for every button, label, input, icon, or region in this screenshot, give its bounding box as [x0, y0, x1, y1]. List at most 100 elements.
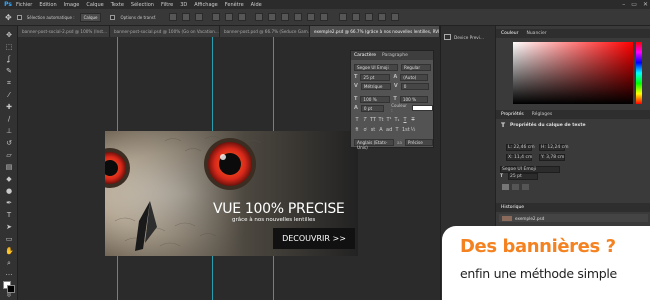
align-middle-icon[interactable] — [182, 13, 191, 21]
all-caps-button[interactable]: TT — [370, 117, 376, 123]
language-select[interactable]: Anglais (Etats-Unis) — [354, 138, 394, 150]
distribute-right-icon[interactable] — [320, 13, 329, 21]
tab-properties[interactable]: Propriétés — [501, 112, 524, 117]
edit-toolbar-icon[interactable]: … — [5, 270, 13, 277]
tab-banner-post-social[interactable]: banner-post-social.psd @ 100% (Go on Vac… — [110, 26, 220, 37]
tab-banner-post[interactable]: banner-post.psd @ 66.7% (Seduce Gam... — [220, 26, 310, 37]
device-preview-item[interactable]: Device Previ... — [444, 34, 484, 40]
history-brush-tool-icon[interactable]: ↺ — [5, 140, 13, 147]
tab-paragraph[interactable]: Paragraphe — [382, 53, 408, 58]
align-top-icon[interactable] — [169, 13, 178, 21]
menu-item-aide[interactable]: Aide — [251, 2, 262, 8]
faux-bold-button[interactable]: T — [354, 117, 360, 123]
subscript-button[interactable]: T₁ — [394, 117, 400, 123]
menu-item-affichage[interactable]: Affichage — [194, 2, 218, 8]
pen-tool-icon[interactable]: ✒ — [5, 200, 13, 207]
faux-italic-button[interactable]: T — [362, 117, 368, 123]
vertical-scale-field[interactable]: 100 % — [360, 95, 391, 103]
menu-item-calque[interactable]: Calque — [86, 2, 103, 8]
quick-mask-icon[interactable]: ◎ — [5, 292, 13, 299]
small-caps-button[interactable]: Tt — [378, 117, 384, 123]
distribute-middle-icon[interactable] — [268, 13, 277, 21]
kerning-field[interactable]: Métrique — [360, 82, 391, 90]
menu-item-fichier[interactable]: Fichier — [16, 2, 32, 8]
menu-item-texte[interactable]: Texte — [111, 2, 124, 8]
distribute-center-icon[interactable] — [307, 13, 316, 21]
tab-exemple2[interactable]: exemple2.psd @ 66.7% (grâce à nos nouvel… — [310, 26, 440, 37]
hand-tool-icon[interactable]: ✋ — [5, 248, 14, 255]
move-tool-icon[interactable]: ✥ — [5, 13, 12, 22]
distribute-bottom-icon[interactable] — [281, 13, 290, 21]
tracking-field[interactable]: 0 — [400, 82, 429, 90]
menu-item-filtre[interactable]: Filtre — [161, 2, 173, 8]
transform-checkbox[interactable] — [110, 14, 116, 20]
menu-item-fenetre[interactable]: Fenêtre — [225, 2, 244, 8]
eyedropper-tool-icon[interactable]: ⁄ — [5, 92, 13, 99]
tab-character[interactable]: Caractère — [354, 53, 376, 58]
dodge-tool-icon[interactable]: ● — [5, 188, 13, 195]
menu-item-3d[interactable]: 3D — [180, 2, 187, 8]
tab-history[interactable]: Historique — [501, 205, 524, 210]
underline-button[interactable]: T — [402, 117, 408, 123]
menu-item-selection[interactable]: Sélection — [131, 2, 154, 8]
3d-mode-icon[interactable] — [339, 13, 348, 21]
distribute-left-icon[interactable] — [294, 13, 303, 21]
align-center-text-icon[interactable] — [512, 184, 519, 190]
3d-slide-icon[interactable] — [391, 13, 400, 21]
tab-banner-post-social-2[interactable]: banner-post-social-2.psd @ 100% (Inst... — [18, 26, 110, 37]
align-right-icon[interactable] — [238, 13, 247, 21]
eraser-tool-icon[interactable]: ▱ — [5, 152, 13, 159]
tab-color[interactable]: Couleur — [501, 31, 518, 36]
antialias-select[interactable]: Précise — [404, 138, 433, 146]
align-bottom-icon[interactable] — [195, 13, 204, 21]
tab-swatches[interactable]: Nuancier — [526, 31, 546, 36]
3d-roll-icon[interactable] — [365, 13, 374, 21]
maximize-button[interactable]: ▭ — [631, 0, 637, 9]
path-select-tool-icon[interactable]: ➤ — [5, 224, 13, 231]
leading-field[interactable]: (Auto) — [400, 73, 429, 81]
horizontal-scale-field[interactable]: 100 % — [399, 95, 428, 103]
align-left-icon[interactable] — [212, 13, 221, 21]
healing-brush-tool-icon[interactable]: ✚ — [5, 104, 13, 111]
distribute-top-icon[interactable] — [255, 13, 264, 21]
opentype-ad-button[interactable]: ad — [386, 127, 392, 133]
menu-item-image[interactable]: Image — [64, 2, 80, 8]
rectangle-tool-icon[interactable]: ▭ — [5, 236, 13, 243]
strikethrough-button[interactable]: T — [410, 117, 416, 123]
opentype-t1-button[interactable]: T — [394, 127, 400, 133]
auto-select-dropdown[interactable]: Calque — [79, 12, 102, 22]
close-button[interactable]: ✕ — [643, 0, 648, 9]
font-size-field[interactable]: 25 pt — [360, 73, 391, 81]
text-color-swatch[interactable] — [411, 105, 433, 111]
align-right-text-icon[interactable] — [522, 184, 529, 190]
opentype-fi-button[interactable]: fi — [354, 127, 360, 133]
brush-tool-icon[interactable]: ∕ — [5, 116, 13, 123]
zoom-tool-icon[interactable]: ⌕ — [5, 260, 13, 267]
baseline-field[interactable]: 0 pt — [360, 104, 385, 112]
opentype-half-button[interactable]: ½ — [410, 127, 416, 133]
3d-rotate-icon[interactable] — [352, 13, 361, 21]
marquee-tool-icon[interactable]: ⬚ — [5, 44, 13, 51]
clone-stamp-tool-icon[interactable]: ⊥ — [5, 128, 13, 135]
color-picker-field[interactable] — [513, 42, 633, 104]
auto-select-checkbox[interactable] — [16, 14, 22, 20]
opentype-1st-button[interactable]: 1st — [402, 127, 410, 133]
font-family-select[interactable]: Segoe UI Emoji — [354, 63, 398, 71]
minimize-button[interactable]: – — [622, 0, 625, 9]
crop-tool-icon[interactable]: ⌗ — [5, 80, 13, 87]
history-item[interactable]: exemple2.psd — [499, 214, 648, 222]
superscript-button[interactable]: T¹ — [386, 117, 392, 123]
type-tool-icon[interactable]: T — [5, 212, 13, 219]
opentype-st-button[interactable]: st — [370, 127, 376, 133]
quick-select-tool-icon[interactable]: ✎ — [5, 68, 13, 75]
move-tool-icon[interactable]: ✥ — [5, 32, 13, 39]
hue-slider[interactable] — [636, 42, 642, 104]
lasso-tool-icon[interactable]: ʆ — [5, 56, 13, 63]
gradient-tool-icon[interactable]: ▤ — [5, 164, 13, 171]
blur-tool-icon[interactable]: ◆ — [5, 176, 13, 183]
3d-pan-icon[interactable] — [378, 13, 387, 21]
tab-adjustments[interactable]: Réglages — [532, 112, 553, 117]
font-style-select[interactable]: Regular — [401, 63, 431, 71]
opentype-a-button[interactable]: A — [378, 127, 384, 133]
align-center-icon[interactable] — [225, 13, 234, 21]
